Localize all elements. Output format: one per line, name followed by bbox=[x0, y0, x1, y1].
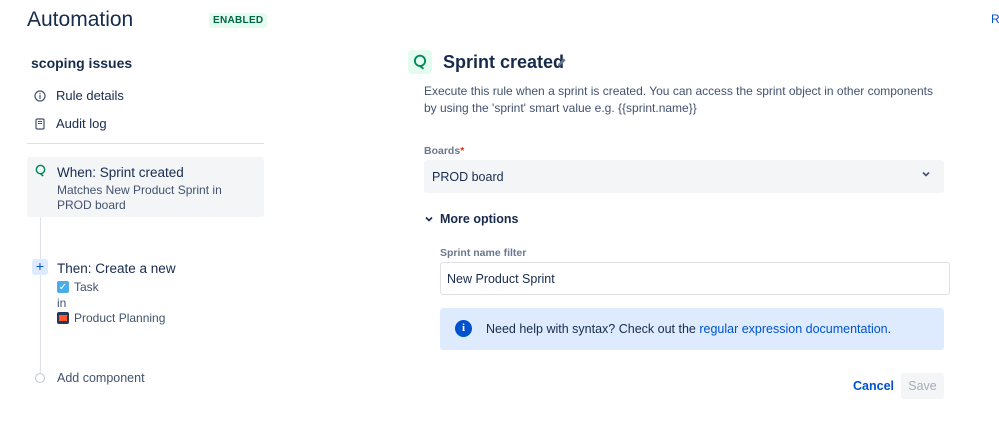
page-title: Automation bbox=[27, 8, 134, 31]
sidebar-divider bbox=[27, 143, 264, 144]
nav-rule-details[interactable]: Rule details bbox=[34, 88, 124, 103]
rule-name: scoping issues bbox=[31, 55, 133, 71]
more-options-label: More options bbox=[440, 212, 519, 226]
required-marker: * bbox=[460, 145, 465, 157]
info-icon bbox=[34, 89, 46, 102]
action-connector-label: in bbox=[57, 296, 67, 310]
boards-label: Boards* bbox=[424, 145, 464, 157]
trigger-description: Matches New Product Sprint in PROD board bbox=[57, 183, 222, 212]
save-button[interactable]: Save bbox=[901, 373, 944, 399]
boards-label-text: Boards bbox=[424, 145, 461, 157]
info-text-suffix: . bbox=[887, 322, 892, 336]
sprint-filter-label: Sprint name filter bbox=[440, 247, 527, 259]
status-badge: ENABLED bbox=[209, 13, 268, 28]
nav-audit-log[interactable]: Audit log bbox=[34, 116, 107, 131]
header-right-link[interactable]: R bbox=[991, 12, 999, 26]
chevron-down-icon[interactable] bbox=[921, 168, 931, 182]
panel-title: Sprint created bbox=[443, 52, 565, 72]
audit-log-icon bbox=[34, 117, 46, 130]
panel-description: Execute this rule when a sprint is creat… bbox=[424, 84, 933, 115]
nav-rule-details-label: Rule details bbox=[56, 88, 124, 103]
task-icon: ✓ bbox=[57, 281, 69, 293]
info-text: Need help with syntax? Check out the reg… bbox=[486, 322, 891, 336]
chevron-down-icon bbox=[425, 216, 433, 222]
nav-audit-log-label: Audit log bbox=[56, 116, 107, 131]
action-project-label: Product Planning bbox=[74, 311, 166, 325]
action-issue-type-label: Task bbox=[74, 280, 99, 294]
action-project: Product Planning bbox=[57, 311, 165, 325]
info-text-prefix: Need help with syntax? Check out the bbox=[486, 322, 700, 336]
trigger-icon bbox=[34, 164, 47, 182]
action-title[interactable]: Then: Create a new bbox=[57, 261, 176, 276]
sprint-name-filter-input[interactable] bbox=[440, 262, 950, 295]
action-issue-type: ✓ Task bbox=[57, 280, 99, 294]
trigger-large-icon bbox=[408, 50, 432, 74]
boards-select-value: PROD board bbox=[432, 170, 504, 184]
add-component-dot bbox=[35, 373, 45, 383]
edit-pencil-icon[interactable] bbox=[556, 56, 567, 71]
regex-docs-link[interactable]: regular expression documentation bbox=[699, 322, 887, 336]
add-component-link[interactable]: Add component bbox=[57, 371, 145, 385]
trigger-title: When: Sprint created bbox=[57, 165, 184, 180]
add-between-icon[interactable]: + bbox=[32, 259, 48, 275]
project-icon bbox=[57, 312, 69, 324]
more-options-toggle[interactable]: More options bbox=[424, 212, 518, 226]
action-connector: in bbox=[57, 296, 66, 310]
cancel-button[interactable]: Cancel bbox=[853, 379, 894, 393]
info-circle-icon: i bbox=[455, 320, 472, 337]
